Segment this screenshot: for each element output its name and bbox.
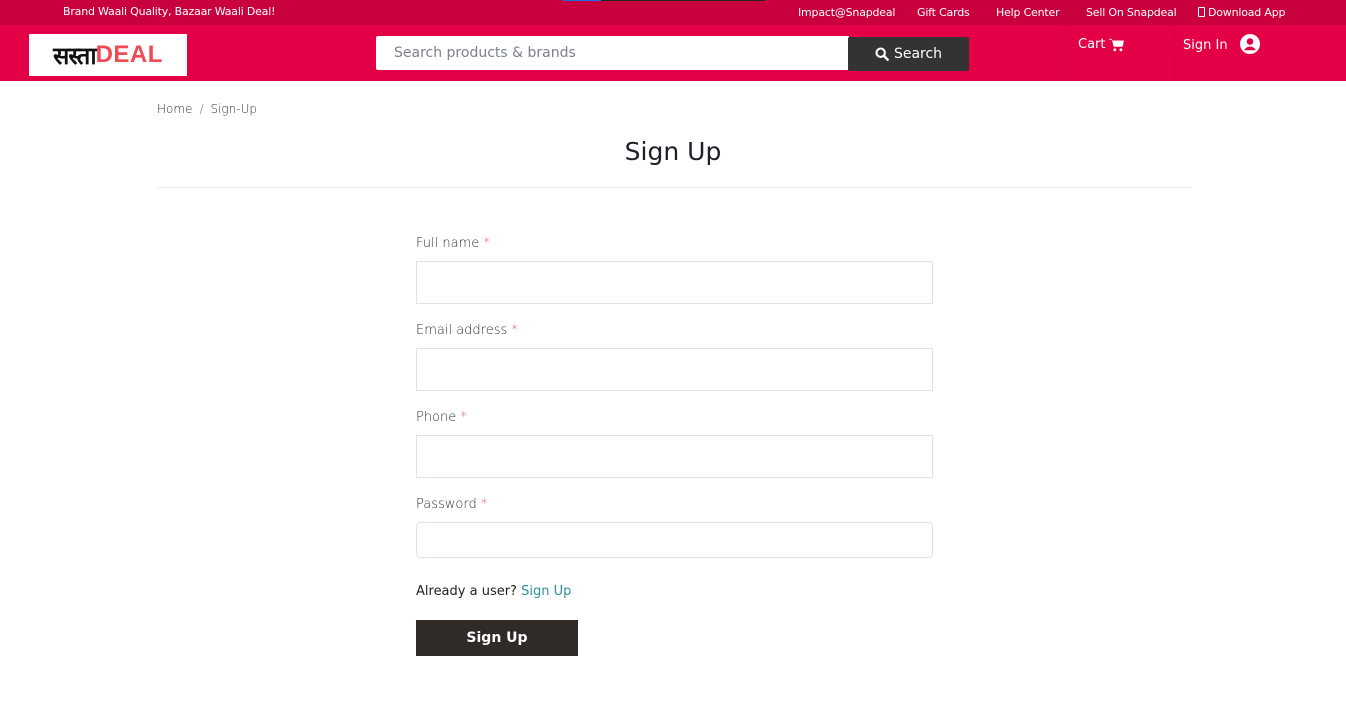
download-app-label: Download App	[1208, 6, 1286, 19]
password-label-text: Password	[416, 497, 477, 512]
password-label: Password *	[416, 497, 933, 512]
full-name-label-text: Full name	[416, 236, 480, 251]
top-strip: Brand Waali Quality, Bazaar Waali Deal! …	[0, 0, 1346, 25]
email-label: Email address *	[416, 323, 933, 338]
page-title: Sign Up	[624, 137, 722, 166]
already-user-prompt: Already a user?	[416, 584, 517, 599]
mobile-phone-icon	[1198, 7, 1205, 17]
sign-in-link[interactable]: Sign In	[1183, 34, 1260, 54]
phone-input[interactable]	[416, 435, 933, 478]
full-name-input[interactable]	[416, 261, 933, 304]
email-label-text: Email address	[416, 323, 508, 338]
sign-up-submit-button[interactable]: Sign Up	[416, 620, 578, 656]
download-app-link[interactable]: Download App	[1198, 6, 1285, 19]
sell-on-snapdeal-link[interactable]: Sell On Snapdeal	[1086, 6, 1177, 19]
email-input[interactable]	[416, 348, 933, 391]
sign-in-label: Sign In	[1183, 38, 1228, 53]
logo-hindi-text: सस्ता	[53, 41, 96, 70]
already-user-link[interactable]: Sign Up	[521, 584, 571, 599]
search-button-label: Search	[893, 46, 943, 62]
breadcrumb-current: Sign-Up	[210, 102, 257, 116]
phone-label-text: Phone	[416, 410, 457, 425]
search-icon	[875, 47, 889, 61]
already-user-text: Already a user? Sign Up	[416, 584, 571, 599]
full-name-group: Full name *	[416, 236, 933, 310]
breadcrumb-home[interactable]: Home	[157, 102, 192, 116]
required-marker: *	[460, 410, 467, 425]
user-circle-icon	[1239, 34, 1260, 54]
full-name-label: Full name *	[416, 236, 933, 251]
required-marker: *	[483, 236, 490, 251]
signup-form: Full name * Email address * Phone * Pass…	[416, 236, 933, 584]
email-group: Email address *	[416, 323, 933, 397]
tagline: Brand Waali Quality, Bazaar Waali Deal!	[63, 5, 276, 18]
progress-fill	[563, 0, 602, 1]
help-center-link[interactable]: Help Center	[996, 6, 1060, 19]
search-button[interactable]: Search	[848, 37, 969, 71]
search-input[interactable]	[376, 36, 849, 70]
header-divider	[1174, 25, 1175, 81]
cart-label: Cart	[1078, 37, 1106, 52]
phone-label: Phone *	[416, 410, 933, 425]
password-input[interactable]	[416, 522, 933, 558]
password-group: Password *	[416, 497, 933, 571]
gift-cards-link[interactable]: Gift Cards	[917, 6, 970, 19]
impact-link[interactable]: Impact@Snapdeal	[798, 6, 895, 19]
phone-group: Phone *	[416, 410, 933, 484]
breadcrumb-separator: /	[199, 102, 204, 116]
main-header: सस्ताDEAL Search Cart Sign In	[0, 25, 1346, 81]
breadcrumb: Home / Sign-Up	[157, 102, 257, 116]
cart-icon	[1108, 38, 1124, 51]
required-marker: *	[511, 323, 518, 338]
cart-link[interactable]: Cart	[1078, 37, 1125, 52]
site-logo[interactable]: सस्ता DEAL	[29, 34, 187, 76]
title-divider	[157, 187, 1192, 188]
logo-english-text: DEAL	[95, 41, 163, 68]
header-divider	[1069, 25, 1070, 81]
page-load-progress-bar	[563, 0, 765, 1]
required-marker: *	[480, 497, 488, 512]
